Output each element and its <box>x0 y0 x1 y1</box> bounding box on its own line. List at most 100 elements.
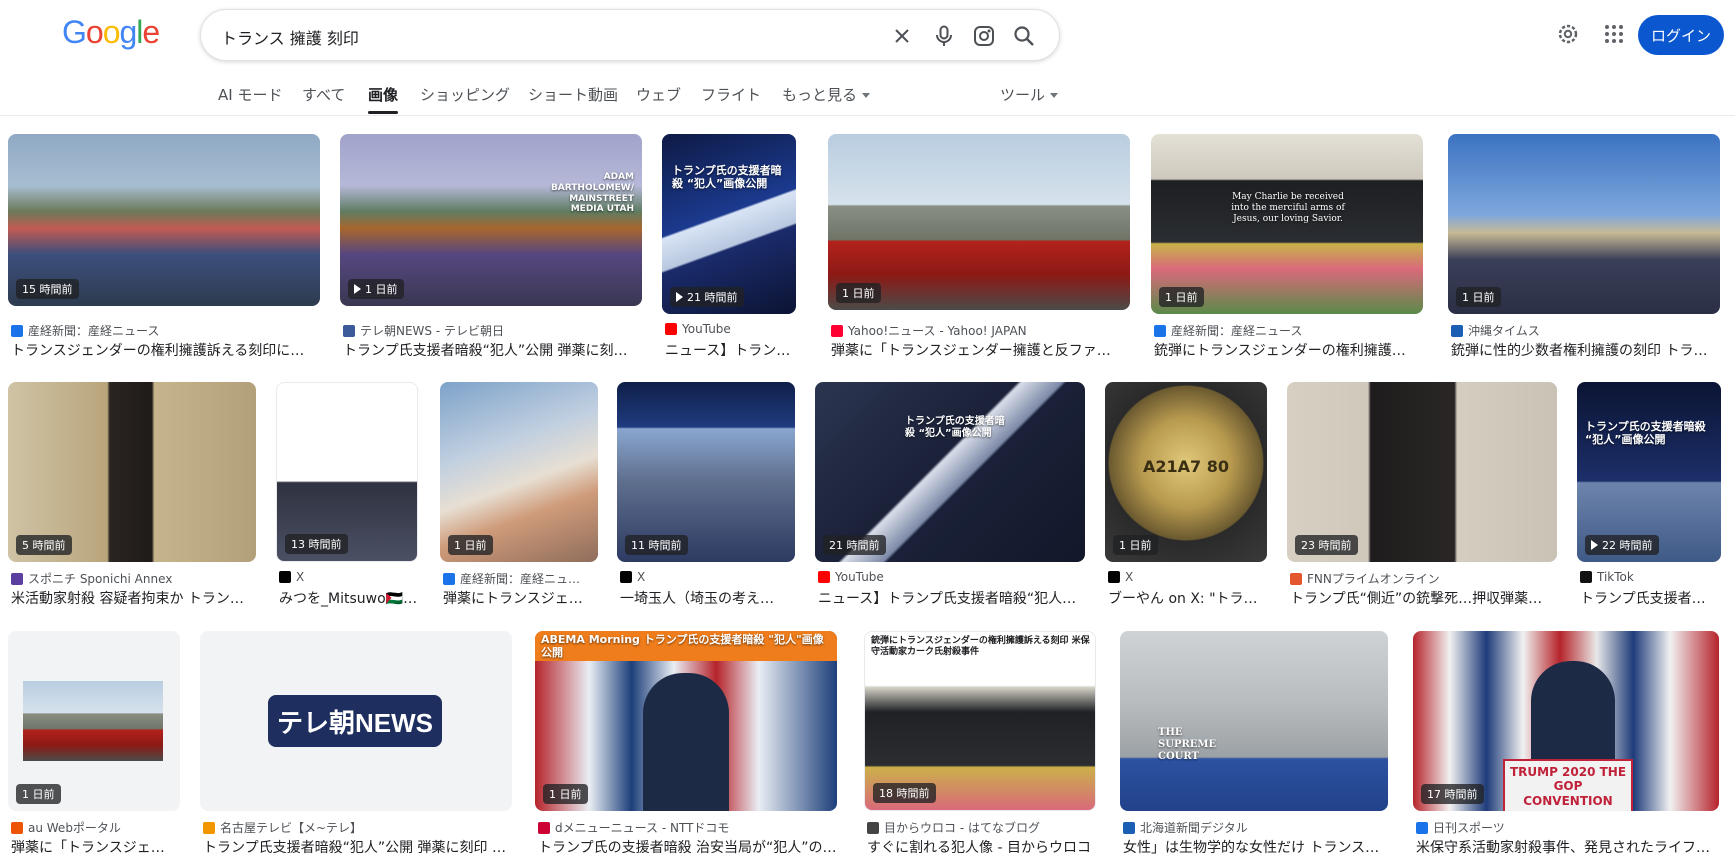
result-title[interactable]: トランプ氏“側近”の銃撃死…押収弾薬… <box>1290 588 1560 608</box>
tab-all[interactable]: すべて <box>302 84 345 105</box>
image-result[interactable]: THE SUPREME COURT 北海道新聞デジタル 女性」は生物学的な女性だ… <box>1120 631 1388 857</box>
result-title[interactable]: 弾薬に「トランスジェ… <box>11 837 183 857</box>
google-logo[interactable]: Google <box>62 14 160 51</box>
login-button[interactable]: ログイン <box>1638 15 1724 55</box>
result-thumbnail[interactable]: A21A7 80 1 日前 <box>1105 382 1267 562</box>
settings-icon[interactable] <box>1554 20 1582 48</box>
tab-short-videos[interactable]: ショート動画 <box>528 84 618 105</box>
tab-shopping[interactable]: ショッピング <box>420 84 510 105</box>
result-title[interactable]: ニュース】トラン… <box>665 340 799 360</box>
result-source[interactable]: 目からウロコ - はてなブログ <box>867 819 1099 836</box>
image-result[interactable]: ABEMA Morning トランプ氏の支援者暗殺 "犯人"画像公開 1 日前 … <box>535 631 837 857</box>
result-title[interactable]: トランスジェンダーの権利擁護訴える刻印に… <box>11 340 316 360</box>
play-icon <box>1591 540 1598 550</box>
image-result[interactable]: TRUMP 2020 THE GOP CONVENTION 17 時間前 日刊ス… <box>1413 631 1719 857</box>
result-thumbnail[interactable]: トランプ氏の支援者暗殺 “犯人”画像公開 21 時間前 <box>662 134 796 314</box>
result-thumbnail[interactable]: ABEMA Morning トランプ氏の支援者暗殺 "犯人"画像公開 1 日前 <box>535 631 837 811</box>
result-source[interactable]: FNNプライムオンライン <box>1290 570 1560 587</box>
result-thumbnail[interactable]: 1 日前 <box>440 382 598 562</box>
result-thumbnail[interactable]: トランプ氏の支援者暗殺 “犯人”画像公開 22 時間前 <box>1577 382 1721 562</box>
tab-web[interactable]: ウェブ <box>636 84 681 105</box>
result-title[interactable]: 一埼玉人（埼玉の考え… <box>620 588 798 608</box>
result-thumbnail[interactable]: ADAM BARTHOLOMEW/ MAINSTREET MEDIA UTAH … <box>340 134 642 306</box>
result-source[interactable]: 名古屋テレビ【メ~テレ】 <box>203 819 515 836</box>
result-title[interactable]: ニュース】トランプ氏支援者暗殺“犯人… <box>818 588 1088 608</box>
result-title[interactable]: 米保守系活動家射殺事件、発見されたライフ… <box>1416 837 1722 857</box>
result-source[interactable]: 産経新聞：産経ニュース <box>1154 322 1426 339</box>
image-result[interactable]: トランプ氏の支援者暗殺 “犯人”画像公開 22 時間前 TikTok トランプ氏… <box>1577 382 1721 608</box>
tab-flights[interactable]: フライト <box>701 84 761 105</box>
result-thumbnail[interactable]: 1 日前 <box>8 631 180 811</box>
image-result[interactable]: トランプ氏の支援者暗殺 “犯人”画像公開 21 時間前 YouTube ニュース… <box>815 382 1085 608</box>
result-title[interactable]: 銃弾にトランスジェンダーの権利擁護… <box>1154 340 1426 360</box>
image-result[interactable]: 1 日前 au Webポータル 弾薬に「トランスジェ… <box>8 631 180 857</box>
result-thumbnail[interactable]: 1 日前 <box>1448 134 1720 314</box>
image-result[interactable]: 11 時間前 X 一埼玉人（埼玉の考え… <box>617 382 795 608</box>
result-source[interactable]: YouTube <box>818 570 1088 584</box>
result-title[interactable]: トランプ氏の支援者暗殺 治安当局が“犯人”の… <box>538 837 840 857</box>
result-thumbnail[interactable]: 23 時間前 <box>1287 382 1557 562</box>
result-source[interactable]: 北海道新聞デジタル <box>1123 819 1391 836</box>
image-result[interactable]: 15 時間前 産経新聞：産経ニュース トランスジェンダーの権利擁護訴える刻印に… <box>8 134 320 360</box>
result-title[interactable]: トランプ氏支援者暗殺“犯人”公開 弾薬に刻… <box>343 340 641 360</box>
image-result[interactable]: May Charlie be received into the mercifu… <box>1151 134 1423 360</box>
result-title[interactable]: すぐに割れる犯人像 - 目からウロコ <box>867 837 1099 857</box>
result-source[interactable]: X <box>279 570 421 584</box>
result-title[interactable]: トランプ氏支援者暗殺“犯人”公開 弾薬に刻印 … <box>203 837 515 857</box>
image-result[interactable]: 1 日前 Yahoo!ニュース - Yahoo! JAPAN 弾薬に「トランスジ… <box>828 134 1130 360</box>
result-thumbnail[interactable]: 11 時間前 <box>617 382 795 562</box>
tab-images[interactable]: 画像 <box>368 84 399 114</box>
tools-button[interactable]: ツール <box>1000 84 1059 105</box>
result-thumbnail[interactable]: トランプ氏の支援者暗殺 “犯人”画像公開 21 時間前 <box>815 382 1085 562</box>
search-icon[interactable] <box>1011 23 1037 49</box>
image-result[interactable]: トランプ氏の支援者暗殺 “犯人”画像公開 21 時間前 YouTube ニュース… <box>662 134 796 360</box>
result-source[interactable]: 産経新聞：産経ニュース <box>11 322 316 339</box>
result-thumbnail[interactable]: THE SUPREME COURT <box>1120 631 1388 811</box>
result-title[interactable]: 米活動家射殺 容疑者拘束か トラン… <box>11 588 259 608</box>
result-title[interactable]: 弾薬にトランスジェ… <box>443 588 601 608</box>
result-title[interactable]: 銃弾に性的少数者権利擁護の刻印 トラ… <box>1451 340 1723 360</box>
result-thumbnail[interactable]: テレ朝NEWS <box>200 631 512 811</box>
image-result[interactable]: 1 日前 産経新聞：産経ニュ… 弾薬にトランスジェ… <box>440 382 598 608</box>
search-input[interactable]: トランス 擁護 刻印 <box>221 25 359 49</box>
result-source[interactable]: 産経新聞：産経ニュ… <box>443 570 601 587</box>
result-title[interactable]: 女性」は生物学的な女性だけ トランス… <box>1123 837 1391 857</box>
result-source[interactable]: TikTok <box>1580 570 1724 584</box>
result-title[interactable]: みつを_Mitsuwo🇵🇸… <box>279 588 421 608</box>
result-thumbnail[interactable]: 1 日前 <box>828 134 1130 310</box>
tab-ai-mode[interactable]: AI モード <box>218 84 282 105</box>
result-title[interactable]: 弾薬に「トランスジェンダー擁護と反ファ… <box>831 340 1133 360</box>
result-thumbnail[interactable]: 5 時間前 <box>8 382 256 562</box>
result-source[interactable]: テレ朝NEWS - テレビ朝日 <box>343 322 641 339</box>
image-result[interactable]: テレ朝NEWS 名古屋テレビ【メ~テレ】 トランプ氏支援者暗殺“犯人”公開 弾薬… <box>200 631 512 857</box>
result-source[interactable]: 日刊スポーツ <box>1416 819 1722 836</box>
image-result[interactable]: ADAM BARTHOLOMEW/ MAINSTREET MEDIA UTAH … <box>340 134 642 360</box>
result-source[interactable]: X <box>1108 570 1270 584</box>
result-thumbnail[interactable]: May Charlie be received into the mercifu… <box>1151 134 1423 314</box>
result-thumbnail[interactable]: 13 時間前 <box>276 382 418 562</box>
result-source[interactable]: au Webポータル <box>11 819 183 836</box>
result-title[interactable]: トランプ氏支援者… <box>1580 588 1724 608</box>
lens-icon[interactable] <box>971 23 997 49</box>
search-box[interactable]: トランス 擁護 刻印 <box>200 9 1060 61</box>
result-source[interactable]: スポニチ Sponichi Annex <box>11 570 259 587</box>
result-source[interactable]: X <box>620 570 798 584</box>
tab-more[interactable]: もっと見る <box>782 84 871 105</box>
result-thumbnail[interactable]: TRUMP 2020 THE GOP CONVENTION 17 時間前 <box>1413 631 1719 811</box>
image-result[interactable]: 5 時間前 スポニチ Sponichi Annex 米活動家射殺 容疑者拘束か … <box>8 382 256 608</box>
result-thumbnail[interactable]: 15 時間前 <box>8 134 320 306</box>
result-source[interactable]: YouTube <box>665 322 799 336</box>
result-title[interactable]: ブーやん on X: "トラ… <box>1108 588 1270 608</box>
mic-icon[interactable] <box>931 23 957 49</box>
result-source[interactable]: dメニューニュース - NTTドコモ <box>538 819 840 836</box>
image-result[interactable]: 銃弾にトランスジェンダーの権利擁護訴える刻印 米保守活動家カーク氏射殺事件 18… <box>864 631 1096 857</box>
image-result[interactable]: A21A7 80 1 日前 X ブーやん on X: "トラ… <box>1105 382 1267 608</box>
clear-icon[interactable] <box>889 23 915 49</box>
image-result[interactable]: 13 時間前 X みつを_Mitsuwo🇵🇸… <box>276 382 418 608</box>
apps-icon[interactable] <box>1600 20 1628 48</box>
result-source[interactable]: 沖縄タイムス <box>1451 322 1723 339</box>
result-source[interactable]: Yahoo!ニュース - Yahoo! JAPAN <box>831 322 1133 339</box>
image-result[interactable]: 1 日前 沖縄タイムス 銃弾に性的少数者権利擁護の刻印 トラ… <box>1448 134 1720 360</box>
result-thumbnail[interactable]: 銃弾にトランスジェンダーの権利擁護訴える刻印 米保守活動家カーク氏射殺事件 18… <box>864 631 1096 811</box>
image-result[interactable]: 23 時間前 FNNプライムオンライン トランプ氏“側近”の銃撃死…押収弾薬… <box>1287 382 1557 608</box>
